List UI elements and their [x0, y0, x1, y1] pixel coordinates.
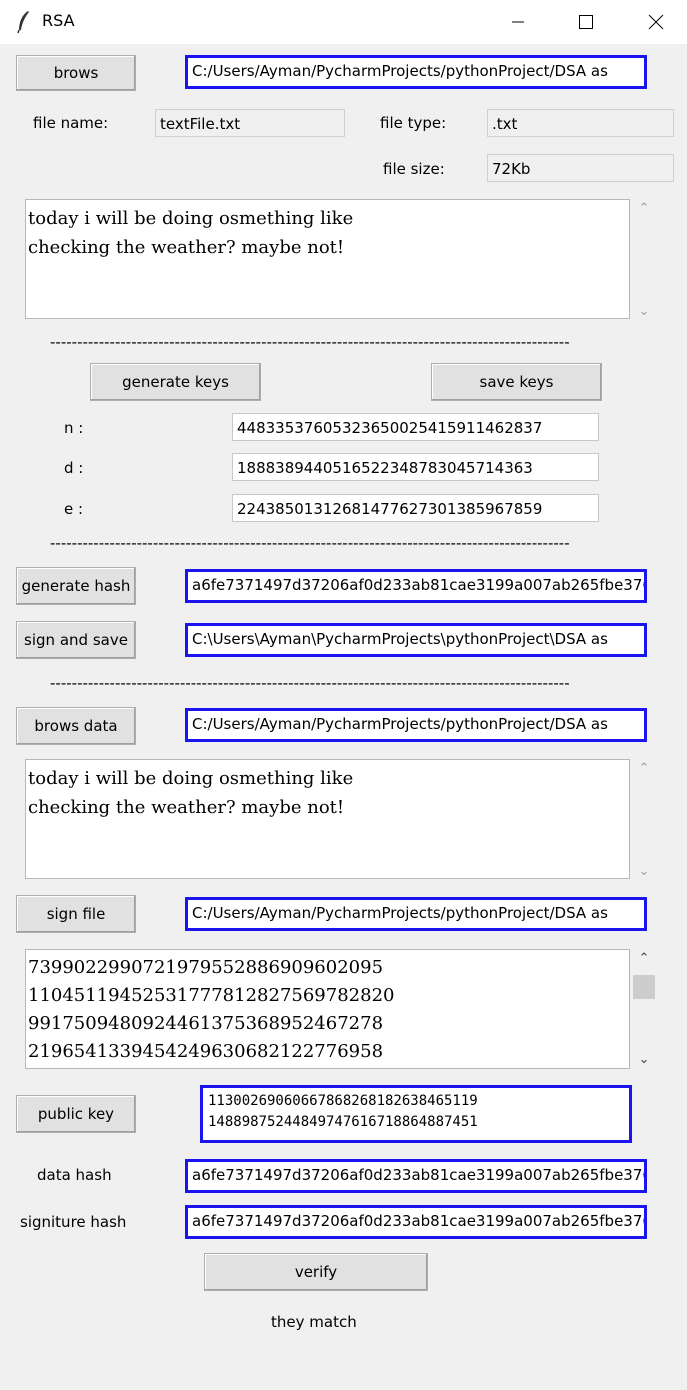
content-line: checking the weather? maybe not!: [28, 237, 345, 258]
generate-hash-button[interactable]: generate hash: [16, 567, 136, 605]
scroll-down-icon[interactable]: ⌄: [639, 1052, 650, 1067]
signature-line: 73990229907219795528869096020​95: [28, 957, 384, 978]
public-key-line: 11300269060667868268182638465119: [208, 1093, 478, 1109]
file-path-field[interactable]: C:/Users/Ayman/PycharmProjects/pythonPro…: [185, 55, 647, 89]
separator: ----------------------------------------…: [50, 333, 570, 351]
signature-textarea[interactable]: 73990229907219795528869096020​95 1104511…: [25, 949, 630, 1069]
content-line: today i will be doing osmething like: [28, 208, 354, 229]
data-path-field[interactable]: C:/Users/Ayman/PycharmProjects/pythonPro…: [185, 708, 647, 742]
file-name-value: textFile.txt: [155, 109, 345, 137]
verification-result: they match: [271, 1313, 357, 1331]
sign-file-path-field[interactable]: C:/Users/Ayman/PycharmProjects/pythonPro…: [185, 897, 647, 931]
public-key-button[interactable]: public key: [16, 1095, 136, 1133]
n-label: n :: [64, 419, 84, 437]
browse-data-button[interactable]: brows data: [16, 707, 136, 745]
signature-line: 99175094809244613753689524672​78: [28, 1013, 384, 1034]
e-label: e :: [64, 500, 84, 518]
save-keys-button[interactable]: save keys: [431, 363, 602, 401]
sign-file-button[interactable]: sign file: [16, 895, 136, 933]
window-title: RSA: [42, 11, 75, 30]
feather-icon: [17, 11, 29, 34]
hash-field[interactable]: a6fe7371497d37206af0d233ab81cae3199a007a…: [185, 569, 647, 603]
scroll-up-icon[interactable]: ⌃: [639, 201, 650, 216]
file-content-textarea[interactable]: today i will be doing osmething like che…: [25, 199, 630, 319]
close-icon: [648, 14, 664, 30]
verify-button[interactable]: verify: [204, 1253, 428, 1291]
file-type-value: .txt: [487, 109, 674, 137]
content-line: today i will be doing osmething like: [28, 768, 354, 789]
data-hash-field[interactable]: a6fe7371497d37206af0d233ab81cae3199a007a…: [185, 1159, 647, 1193]
sign-and-save-button[interactable]: sign and save: [16, 621, 136, 659]
scroll-down-icon[interactable]: ⌄: [639, 864, 650, 879]
minimize-button[interactable]: [495, 0, 541, 44]
scroll-up-icon[interactable]: ⌃: [639, 951, 650, 966]
browse-button[interactable]: brows: [16, 55, 136, 91]
maximize-button[interactable]: [563, 0, 609, 44]
file-name-label: file name:: [33, 114, 109, 132]
data-content-scrollbar[interactable]: ⌃ ⌄: [633, 761, 655, 879]
maximize-icon: [579, 15, 593, 29]
separator: ----------------------------------------…: [50, 674, 570, 692]
generate-keys-button[interactable]: generate keys: [90, 363, 261, 401]
close-button[interactable]: [633, 0, 679, 44]
scroll-up-icon[interactable]: ⌃: [639, 761, 650, 776]
scroll-thumb[interactable]: [633, 975, 655, 999]
d-label: d :: [64, 459, 84, 477]
signature-hash-label: signiture hash: [20, 1213, 127, 1231]
file-size-value: 72Kb: [487, 154, 674, 182]
public-key-line: 14889875244849747616718864887451: [208, 1114, 478, 1130]
separator: ----------------------------------------…: [50, 534, 570, 552]
e-field[interactable]: 22438501312681477627301385967859: [232, 494, 599, 522]
file-content-scrollbar[interactable]: ⌃ ⌄: [633, 201, 655, 319]
signature-hash-field[interactable]: a6fe7371497d37206af0d233ab81cae3199a007a…: [185, 1205, 647, 1239]
minimize-icon: [512, 21, 524, 23]
d-field[interactable]: 18883894405165223487830457143​63: [232, 453, 599, 481]
file-type-label: file type:: [380, 114, 447, 132]
signature-path-field[interactable]: C:\Users\Ayman\PycharmProjects\pythonPro…: [185, 623, 647, 657]
data-hash-label: data hash: [37, 1166, 112, 1184]
signature-scrollbar[interactable]: ⌃ ⌄: [633, 951, 655, 1067]
public-key-field[interactable]: 11300269060667868268182638465119 1488987…: [200, 1085, 632, 1143]
content-line: checking the weather? maybe not!: [28, 797, 345, 818]
scroll-down-icon[interactable]: ⌄: [639, 304, 650, 319]
signature-line: 21965413394542496306821227769​58: [28, 1041, 384, 1062]
signature-line: 11045119452531777812827569782820: [28, 985, 395, 1006]
n-field[interactable]: 44833537605323650025415911462837: [232, 413, 599, 441]
file-size-label: file size:: [383, 160, 445, 178]
data-content-textarea[interactable]: today i will be doing osmething like che…: [25, 759, 630, 879]
